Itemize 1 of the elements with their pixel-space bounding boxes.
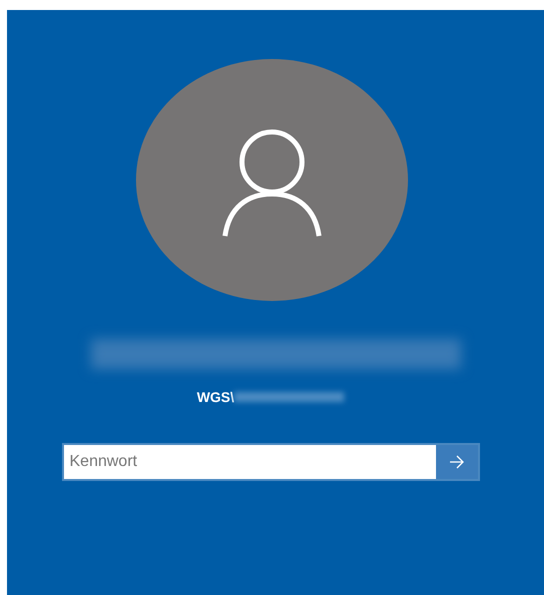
domain-label: WGS\ <box>196 389 234 405</box>
